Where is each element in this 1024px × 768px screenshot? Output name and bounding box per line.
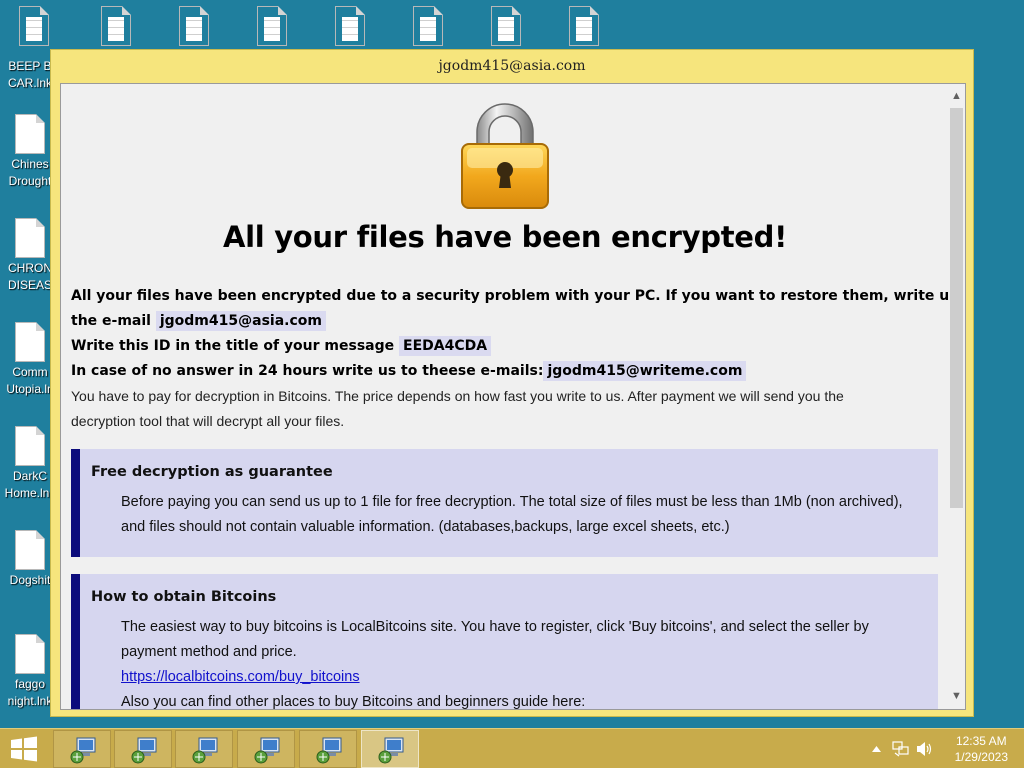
clock-time: 12:35 AM bbox=[955, 734, 1007, 748]
email-prefix: the e-mail bbox=[71, 313, 151, 329]
box-text: Also you can find other places to buy Bi… bbox=[121, 694, 586, 709]
taskbar: 12:35 AM 1/29/2023 bbox=[0, 728, 1024, 768]
message-line: In case of no answer in 24 hours write u… bbox=[71, 359, 941, 384]
message-line: All your files have been encrypted due t… bbox=[71, 288, 949, 304]
file-icon bbox=[15, 530, 45, 570]
taskbar-app-button[interactable] bbox=[114, 730, 172, 768]
desktop-file-icon[interactable] bbox=[86, 6, 146, 48]
desktop-file-icon[interactable] bbox=[164, 6, 224, 48]
backup-email-prefix: In case of no answer in 24 hours write u… bbox=[71, 363, 544, 379]
message-line: the e-mail jgodm415@asia.com bbox=[71, 309, 941, 334]
document-icon bbox=[257, 6, 287, 46]
taskbar-app-button[interactable] bbox=[53, 730, 111, 768]
contact-email: jgodm415@asia.com bbox=[155, 311, 326, 331]
scrollbar-thumb[interactable] bbox=[950, 108, 963, 508]
computer-network-icon bbox=[192, 737, 218, 764]
victim-id: EEDA4CDA bbox=[399, 336, 492, 356]
document-icon bbox=[491, 6, 521, 46]
ransom-note-content: All your files have been encrypted! All … bbox=[61, 84, 949, 709]
network-icon[interactable] bbox=[892, 741, 910, 757]
taskbar-app-button[interactable] bbox=[237, 730, 295, 768]
show-hidden-icons-chevron-icon[interactable] bbox=[872, 745, 881, 752]
document-icon bbox=[413, 6, 443, 46]
computer-network-icon bbox=[316, 737, 342, 764]
computer-network-icon bbox=[131, 737, 157, 764]
ransom-window: jgodm415@asia.com All your files have be… bbox=[50, 49, 974, 717]
file-icon bbox=[15, 634, 45, 674]
computer-network-icon bbox=[254, 737, 280, 764]
message-line: You have to pay for decryption in Bitcoi… bbox=[71, 388, 844, 404]
free-decryption-box: Free decryption as guarantee Before payi… bbox=[71, 449, 938, 557]
taskbar-app-button[interactable] bbox=[175, 730, 233, 768]
ransom-message: All your files have been encrypted due t… bbox=[71, 284, 949, 434]
id-prefix: Write this ID in the title of your messa… bbox=[71, 338, 395, 354]
scroll-up-icon[interactable]: ▲ bbox=[948, 86, 965, 106]
message-line: Write this ID in the title of your messa… bbox=[71, 334, 941, 359]
message-line: decryption tool that will decrypt all yo… bbox=[71, 413, 345, 429]
file-icon bbox=[15, 426, 45, 466]
desktop-file-icon[interactable] bbox=[320, 6, 380, 48]
scroll-down-icon[interactable]: ▼ bbox=[948, 686, 965, 706]
system-clock[interactable]: 12:35 AM 1/29/2023 bbox=[955, 733, 1008, 765]
box-link-line: https://localbitcoins.com/buy_bitcoins bbox=[121, 665, 941, 690]
desktop-file-icon[interactable] bbox=[476, 6, 536, 48]
padlock-icon bbox=[461, 103, 549, 209]
document-icon bbox=[101, 6, 131, 46]
volume-icon[interactable] bbox=[916, 741, 934, 757]
vertical-scrollbar[interactable]: ▲ ▼ bbox=[948, 84, 965, 709]
document-icon bbox=[569, 6, 599, 46]
desktop-file-icon[interactable] bbox=[242, 6, 302, 48]
taskbar-app-button[interactable] bbox=[299, 730, 357, 768]
clock-date: 1/29/2023 bbox=[954, 750, 1008, 764]
box-text: payment method and price. bbox=[121, 644, 297, 660]
ransom-note-panel: All your files have been encrypted! All … bbox=[60, 83, 966, 710]
window-title: jgodm415@asia.com bbox=[438, 58, 586, 74]
bitcoin-guide-box: How to obtain Bitcoins The easiest way t… bbox=[71, 574, 938, 709]
taskbar-app-button-active[interactable] bbox=[361, 730, 419, 768]
box-text: Before paying you can send us up to 1 fi… bbox=[121, 494, 903, 510]
box-text: The easiest way to buy bitcoins is Local… bbox=[121, 619, 869, 635]
document-icon bbox=[179, 6, 209, 46]
windows-start-icon[interactable] bbox=[10, 736, 38, 762]
computer-network-icon bbox=[70, 737, 96, 764]
backup-email: jgodm415@writeme.com bbox=[543, 361, 747, 381]
file-icon bbox=[15, 218, 45, 258]
file-icon bbox=[15, 322, 45, 362]
box-text: and files should not contain valuable in… bbox=[121, 519, 730, 535]
box-heading: How to obtain Bitcoins bbox=[91, 589, 277, 605]
file-icon bbox=[15, 114, 45, 154]
document-icon bbox=[335, 6, 365, 46]
desktop-file-icon[interactable] bbox=[554, 6, 614, 48]
ransom-headline: All your files have been encrypted! bbox=[222, 220, 788, 254]
computer-network-icon bbox=[378, 737, 404, 764]
desktop-file-icon[interactable] bbox=[398, 6, 458, 48]
localbitcoins-link[interactable]: https://localbitcoins.com/buy_bitcoins bbox=[121, 669, 360, 685]
box-heading: Free decryption as guarantee bbox=[91, 464, 333, 480]
